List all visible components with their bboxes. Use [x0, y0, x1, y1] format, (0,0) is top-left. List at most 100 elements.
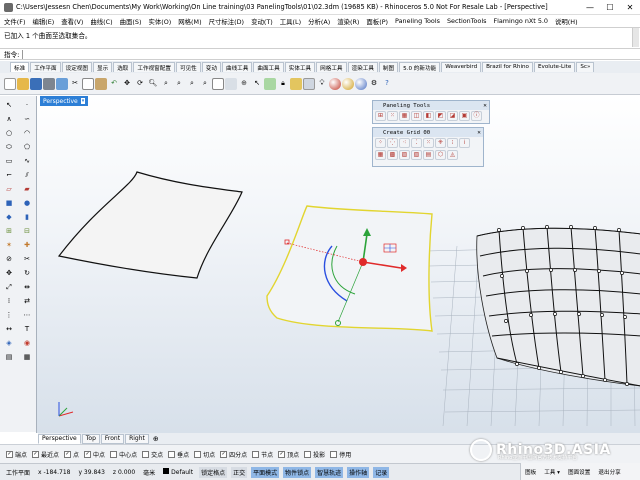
osnap-checkbox[interactable]: ✓: [220, 450, 228, 458]
join-icon[interactable]: ✚: [20, 239, 34, 252]
tab-top[interactable]: Top: [81, 433, 100, 444]
grid-box-icon[interactable]: ▦: [375, 150, 386, 160]
minimize-button[interactable]: —: [580, 0, 600, 14]
osnap-near[interactable]: ✓ 最近点: [32, 450, 59, 459]
render-icon[interactable]: [342, 77, 354, 90]
menu-file[interactable]: 文件(F): [4, 17, 25, 26]
dimension-icon[interactable]: ↔: [2, 323, 16, 336]
add-viewport-icon[interactable]: ⊕: [150, 435, 162, 443]
toolbar-tab-render-tools[interactable]: 渲染工具: [347, 62, 378, 72]
toolbar-tab-select[interactable]: 选取: [113, 62, 133, 72]
select-arrow-icon[interactable]: ↖: [2, 99, 16, 112]
status-cplane[interactable]: 工作平面: [4, 467, 32, 478]
open-file-icon[interactable]: [17, 77, 29, 90]
strip-exit-share[interactable]: 退出分享: [598, 468, 620, 476]
split-icon[interactable]: ⊘: [2, 253, 16, 266]
grid-pts-icon[interactable]: ⁞: [459, 138, 470, 148]
material-icon[interactable]: [355, 77, 367, 90]
options-icon[interactable]: ⚙: [368, 78, 380, 90]
osnap-point[interactable]: ✓ 点: [64, 450, 79, 459]
help-icon[interactable]: ?: [381, 78, 393, 90]
toolbar-tab-mesh-tools[interactable]: 网格工具: [316, 62, 347, 72]
toolbar-tab-display[interactable]: 显示: [92, 62, 113, 72]
rotate-view-icon[interactable]: ⟳: [134, 78, 146, 90]
osnap-quadrant[interactable]: ✓ 四分点: [220, 450, 247, 459]
menu-tools[interactable]: 工具(L): [280, 17, 301, 26]
command-input[interactable]: [22, 49, 640, 59]
panel-about-icon[interactable]: ⓘ: [471, 111, 482, 121]
tab-right[interactable]: Right: [125, 433, 149, 444]
fillet-curve-icon[interactable]: ⌐: [2, 169, 16, 182]
select-icon[interactable]: ↖: [251, 78, 263, 90]
osnap-mid[interactable]: ✓ 中点: [84, 450, 105, 459]
strip-page-setup[interactable]: 图面设置: [568, 468, 590, 476]
history-scrollbar[interactable]: [632, 28, 639, 47]
status-osnap[interactable]: 物件锁点: [283, 466, 312, 478]
toolbar-tab-visibility[interactable]: 可见性: [175, 62, 201, 72]
create-grid-icon[interactable]: ⊞: [375, 111, 386, 121]
panel-curve-icon[interactable]: ◩: [435, 111, 446, 121]
new-file-icon[interactable]: [4, 77, 16, 90]
menu-render[interactable]: 渲染(R): [337, 17, 359, 26]
osnap-project[interactable]: 投影: [304, 450, 325, 459]
menu-view[interactable]: 查看(V): [61, 17, 83, 26]
strip-tools[interactable]: 工具 ▾: [544, 468, 560, 476]
gizmo-center-handle[interactable]: [359, 258, 367, 266]
paste-icon[interactable]: [95, 77, 107, 90]
print-icon[interactable]: [43, 77, 55, 90]
osnap-checkbox[interactable]: ✓: [278, 450, 286, 458]
toolbar-tab-transform[interactable]: 变动: [201, 62, 221, 72]
menu-help[interactable]: 说明(H): [555, 17, 578, 26]
curve-icon[interactable]: ∽: [20, 113, 34, 126]
mesh-icon[interactable]: ⊞: [2, 225, 16, 238]
menu-mesh[interactable]: 网格(M): [178, 17, 201, 26]
panel-3d-icon[interactable]: ◧: [423, 111, 434, 121]
grid-ext-icon[interactable]: ⁝: [447, 138, 458, 148]
status-grid-snap[interactable]: 锁定格点: [199, 466, 228, 478]
panel-utility-icon[interactable]: ▣: [459, 111, 470, 121]
status-record-history[interactable]: 记录: [373, 466, 390, 478]
osnap-checkbox[interactable]: ✓: [64, 450, 72, 458]
osnap-checkbox[interactable]: ✓: [84, 450, 92, 458]
osnap-checkbox[interactable]: [252, 450, 260, 458]
osnap-center[interactable]: 中心点: [110, 450, 137, 459]
undo-icon[interactable]: ↶: [108, 78, 120, 90]
grid-divide-icon[interactable]: ⁙: [423, 138, 434, 148]
toolbar-tab-overflow[interactable]: Sc»: [576, 62, 595, 72]
boolean-union-icon[interactable]: ◆: [2, 211, 16, 224]
free-surface-left[interactable]: [57, 171, 243, 279]
grid-shift-icon[interactable]: ⁜: [435, 138, 446, 148]
grid-curve-icon[interactable]: ⁚: [411, 138, 422, 148]
hide-icon[interactable]: [264, 77, 276, 90]
menu-dimension[interactable]: 尺寸标注(D): [209, 17, 244, 26]
sphere-render-icon[interactable]: [329, 77, 341, 90]
osnap-checkbox[interactable]: ✓: [32, 450, 40, 458]
text-icon[interactable]: T: [20, 323, 34, 336]
strip-panels[interactable]: 图板: [525, 468, 536, 476]
osnap-intersection[interactable]: 交点: [142, 450, 163, 459]
panel-morph-icon[interactable]: ◪: [447, 111, 458, 121]
grid-points-icon[interactable]: ⁙: [387, 111, 398, 121]
layer-icon[interactable]: [290, 77, 302, 90]
ellipse-icon[interactable]: ⬭: [2, 141, 16, 154]
toolbar-tab-weaverbird[interactable]: Weaverbird: [441, 62, 482, 72]
orient-icon[interactable]: ⇄: [20, 295, 34, 308]
rectangle-icon[interactable]: ▭: [2, 155, 16, 168]
arc-icon[interactable]: ◠: [20, 127, 34, 140]
panel-pattern-icon[interactable]: ◫: [411, 111, 422, 121]
grid-array-icon[interactable]: ⁘: [375, 138, 386, 148]
surface-corner-icon[interactable]: ▱: [2, 183, 16, 196]
lock-icon[interactable]: 🔒︎: [277, 78, 289, 90]
analyze-icon[interactable]: ◈: [2, 337, 16, 350]
osnap-checkbox[interactable]: [304, 450, 312, 458]
offset-curve-icon[interactable]: ⫽: [20, 169, 34, 182]
paneling-tools-header[interactable]: Paneling Tools ✕: [373, 101, 489, 110]
freeform-icon[interactable]: ∿: [20, 155, 34, 168]
osnap-checkbox[interactable]: [194, 450, 202, 458]
menu-solid[interactable]: 实体(O): [148, 17, 171, 26]
osnap-checkbox[interactable]: [168, 450, 176, 458]
selected-surface[interactable]: [266, 205, 433, 332]
scale-icon[interactable]: ⤢: [2, 281, 16, 294]
osnap-checkbox[interactable]: [110, 450, 118, 458]
grid-offset-icon[interactable]: ▨: [399, 150, 410, 160]
